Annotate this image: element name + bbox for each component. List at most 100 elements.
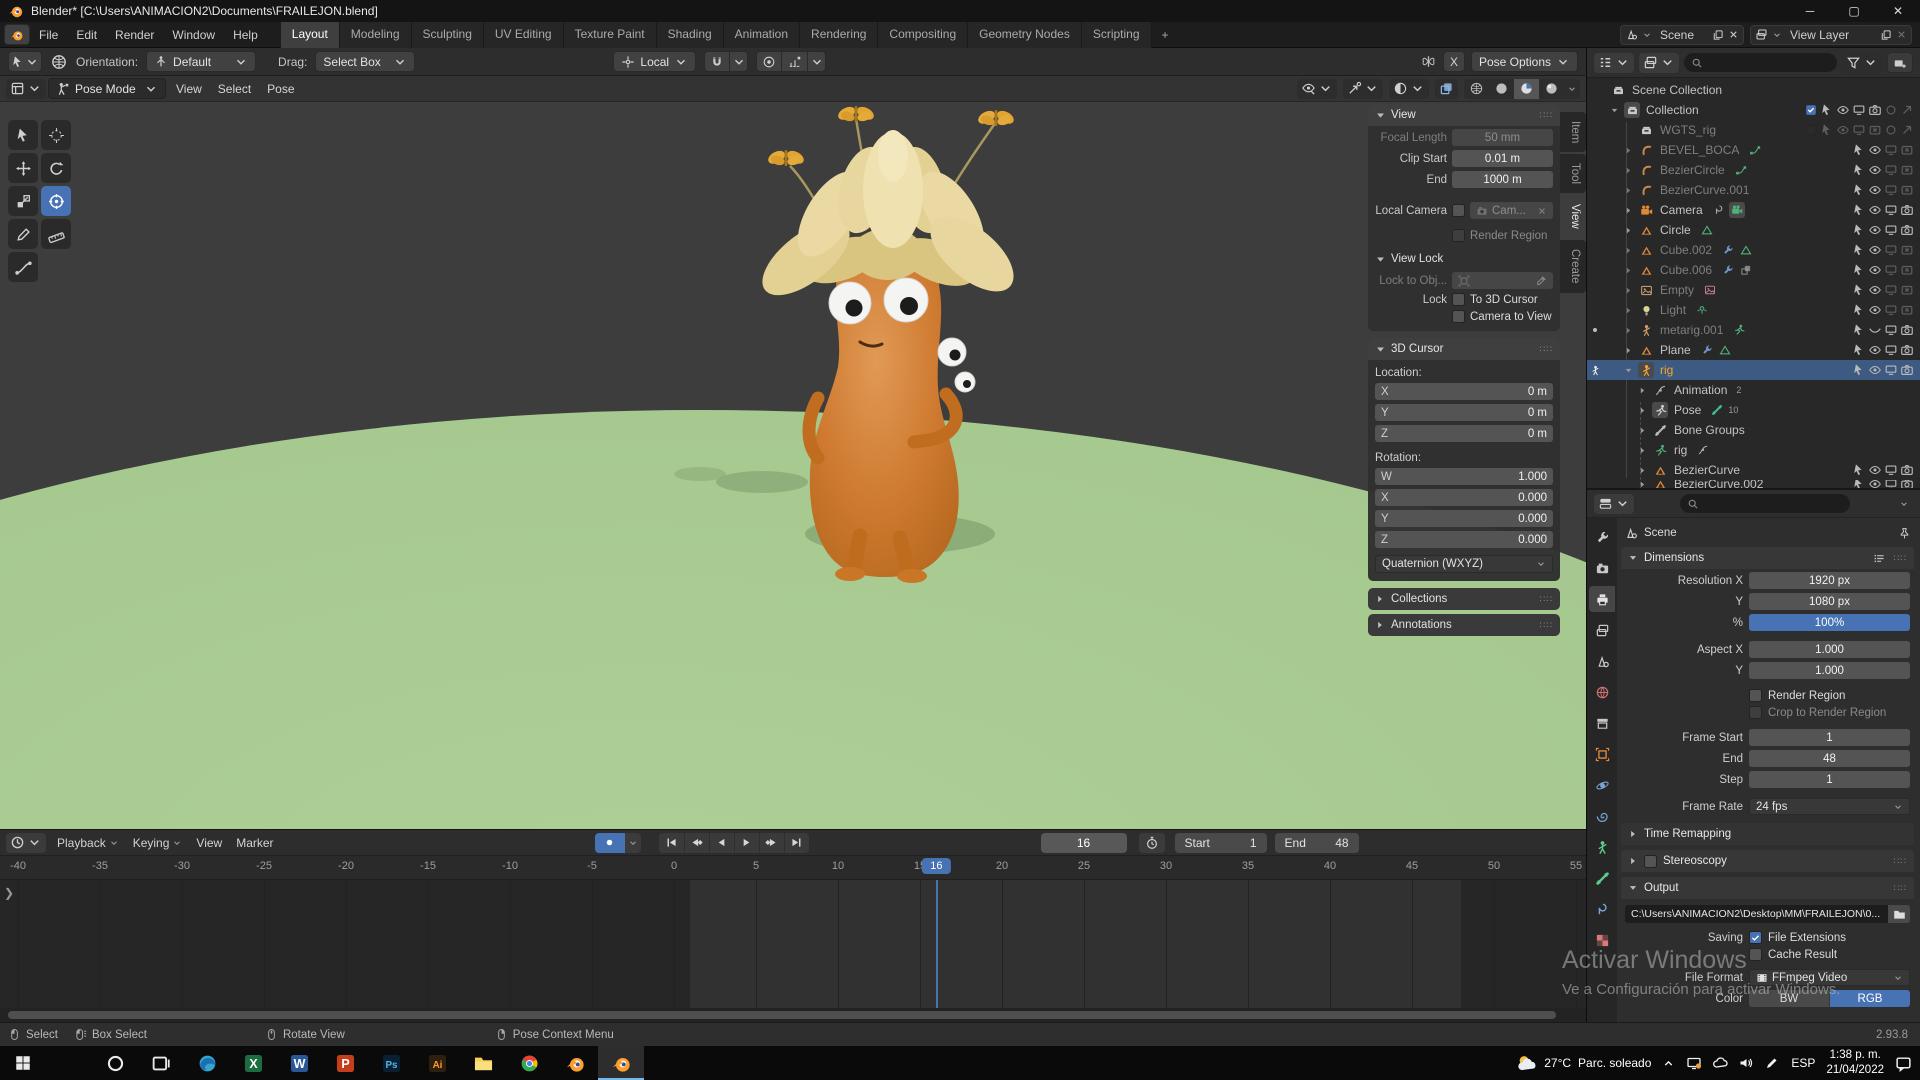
- time-remapping-panel[interactable]: Time Remapping: [1621, 823, 1914, 845]
- pointer-icon[interactable]: [1852, 343, 1866, 357]
- close-button[interactable]: ✕: [1876, 0, 1920, 22]
- camera-to-view-checkbox[interactable]: [1452, 310, 1465, 323]
- pointer-icon[interactable]: [1852, 203, 1866, 217]
- gizmos-dropdown[interactable]: [1343, 79, 1383, 99]
- screen-icon[interactable]: [1884, 463, 1898, 477]
- auto-keying-toggle[interactable]: [595, 833, 625, 853]
- taskbar-word[interactable]: W: [276, 1046, 322, 1080]
- taskbar-start[interactable]: [0, 1046, 46, 1080]
- properties-tab-world[interactable]: [1589, 679, 1615, 705]
- eye-icon[interactable]: [1868, 183, 1882, 197]
- screen-icon[interactable]: [1884, 143, 1898, 157]
- viewport-menu-pose[interactable]: Pose: [259, 82, 302, 96]
- add-workspace-button[interactable]: +: [1152, 24, 1179, 46]
- mode-dropdown[interactable]: Pose Mode: [48, 78, 166, 99]
- properties-editor-type[interactable]: [1594, 494, 1634, 514]
- maximize-button[interactable]: ▢: [1832, 0, 1876, 22]
- taskbar-powerpoint[interactable]: P: [322, 1046, 368, 1080]
- jump-start-button[interactable]: [659, 833, 684, 853]
- timeline-tracks[interactable]: ❯: [0, 880, 1586, 1008]
- pointer-icon[interactable]: [1852, 143, 1866, 157]
- eye-icon[interactable]: [1868, 263, 1882, 277]
- outliner-row-cube-002[interactable]: Cube.002: [1587, 240, 1920, 260]
- camera-x-icon[interactable]: [1868, 123, 1882, 137]
- checkbox-crop-to-render-region[interactable]: [1749, 706, 1762, 719]
- timeline-menu-marker[interactable]: Marker: [229, 836, 280, 850]
- annotations-panel-header[interactable]: Annotations∷∷: [1368, 614, 1560, 636]
- screen-icon[interactable]: [1852, 123, 1866, 137]
- screen-icon[interactable]: [1884, 323, 1898, 337]
- cloud-icon[interactable]: [1712, 1055, 1728, 1071]
- eye-icon[interactable]: [1868, 303, 1882, 317]
- camera-icon[interactable]: [1900, 323, 1914, 337]
- drag-dropdown[interactable]: Select Box: [315, 51, 415, 72]
- cursor-rotation-w[interactable]: W1.000: [1375, 468, 1553, 485]
- pointer-icon[interactable]: [1852, 183, 1866, 197]
- sidebar-tab-tool[interactable]: Tool: [1560, 154, 1586, 193]
- screen-icon[interactable]: [1884, 363, 1898, 377]
- current-frame-indicator[interactable]: 16: [922, 858, 950, 874]
- pen-icon[interactable]: [1764, 1055, 1780, 1071]
- outliner-row-beziercurve[interactable]: BezierCurve: [1587, 460, 1920, 480]
- scrollbar-thumb[interactable]: [8, 1011, 1556, 1019]
- outliner-row-scene-collection[interactable]: Scene Collection: [1587, 80, 1920, 100]
- overlays-dropdown[interactable]: [1389, 79, 1429, 99]
- sidebar-tab-view[interactable]: View: [1560, 195, 1586, 238]
- workspace-tab-layout[interactable]: Layout: [281, 22, 340, 48]
- active-tool-button[interactable]: [8, 51, 42, 72]
- timeline-menu-keying[interactable]: Keying: [126, 836, 190, 850]
- outliner-row-beziercurve-001[interactable]: BezierCurve.001: [1587, 180, 1920, 200]
- screen-icon[interactable]: [1884, 343, 1898, 357]
- taskbar-illustrator[interactable]: Ai: [414, 1046, 460, 1080]
- pivot-point-dropdown[interactable]: Local: [613, 51, 696, 72]
- properties-search[interactable]: [1680, 494, 1850, 513]
- output-panel-header[interactable]: Output∷∷: [1621, 877, 1914, 899]
- cursor-panel-header[interactable]: 3D Cursor∷∷: [1368, 338, 1560, 360]
- play-reverse-button[interactable]: [709, 833, 734, 853]
- field-y[interactable]: 1080 px: [1749, 593, 1910, 610]
- stereoscopy-panel[interactable]: Stereoscopy∷∷: [1621, 850, 1914, 872]
- prev-keyframe-button[interactable]: [684, 833, 709, 853]
- dimensions-panel-header[interactable]: Dimensions∷∷: [1621, 547, 1914, 569]
- hidden-icons-chevron[interactable]: [1662, 1057, 1675, 1070]
- monitor-alert-icon[interactable]: [1686, 1055, 1702, 1071]
- view-layer-selector[interactable]: View Layer: [1750, 25, 1912, 45]
- timeline-menu-view[interactable]: View: [189, 836, 229, 850]
- outliner-row-bevel-boca[interactable]: BEVEL_BOCA: [1587, 140, 1920, 160]
- shading-solid-button[interactable]: [1489, 79, 1514, 99]
- pointer-icon[interactable]: [1852, 463, 1866, 477]
- color-mode-rgb[interactable]: RGB: [1830, 990, 1910, 1007]
- properties-tab-object-data[interactable]: [1589, 834, 1615, 860]
- field-aspect-x[interactable]: 1.000: [1749, 641, 1910, 658]
- field-step[interactable]: 1: [1749, 771, 1910, 788]
- proportional-edit-toggle[interactable]: [756, 51, 782, 72]
- lock-to-object-field[interactable]: [1452, 272, 1553, 289]
- properties-tab-view-layer[interactable]: [1589, 617, 1615, 643]
- orientation-gizmo-icon[interactable]: [50, 53, 68, 71]
- screen-icon[interactable]: [1884, 223, 1898, 237]
- outliner-row-animation[interactable]: Animation2: [1587, 380, 1920, 400]
- check-off-icon[interactable]: [1804, 123, 1818, 137]
- outliner-row-collection[interactable]: Collection: [1587, 100, 1920, 120]
- eye-closed-icon[interactable]: [1868, 323, 1882, 337]
- editor-type-button[interactable]: [6, 79, 46, 99]
- screen-icon[interactable]: [1884, 183, 1898, 197]
- viewport-menu-view[interactable]: View: [168, 82, 210, 96]
- unlink-scene-icon[interactable]: [1728, 29, 1739, 40]
- jump-end-button[interactable]: [784, 833, 809, 853]
- minimize-button[interactable]: ─: [1788, 0, 1832, 22]
- camera-icon[interactable]: [1868, 103, 1882, 117]
- local-camera-field[interactable]: Cam...: [1470, 202, 1553, 219]
- pose-options-dropdown[interactable]: Pose Options: [1471, 51, 1578, 72]
- output-path-field[interactable]: C:\Users\ANIMACION2\Desktop\MM\FRAILEJON…: [1625, 905, 1888, 923]
- collections-panel-header[interactable]: Collections∷∷: [1368, 588, 1560, 610]
- eye-icon[interactable]: [1868, 463, 1882, 477]
- outliner-row-metarig-001[interactable]: metarig.001: [1587, 320, 1920, 340]
- properties-tab-collection[interactable]: [1589, 710, 1615, 736]
- eye-icon[interactable]: [1868, 283, 1882, 297]
- camera-x-icon[interactable]: [1900, 163, 1914, 177]
- outliner-search[interactable]: [1684, 53, 1837, 72]
- camera-icon[interactable]: [1900, 203, 1914, 217]
- shading-rendered-button[interactable]: [1539, 79, 1564, 99]
- orientation-dropdown[interactable]: Default: [146, 51, 256, 72]
